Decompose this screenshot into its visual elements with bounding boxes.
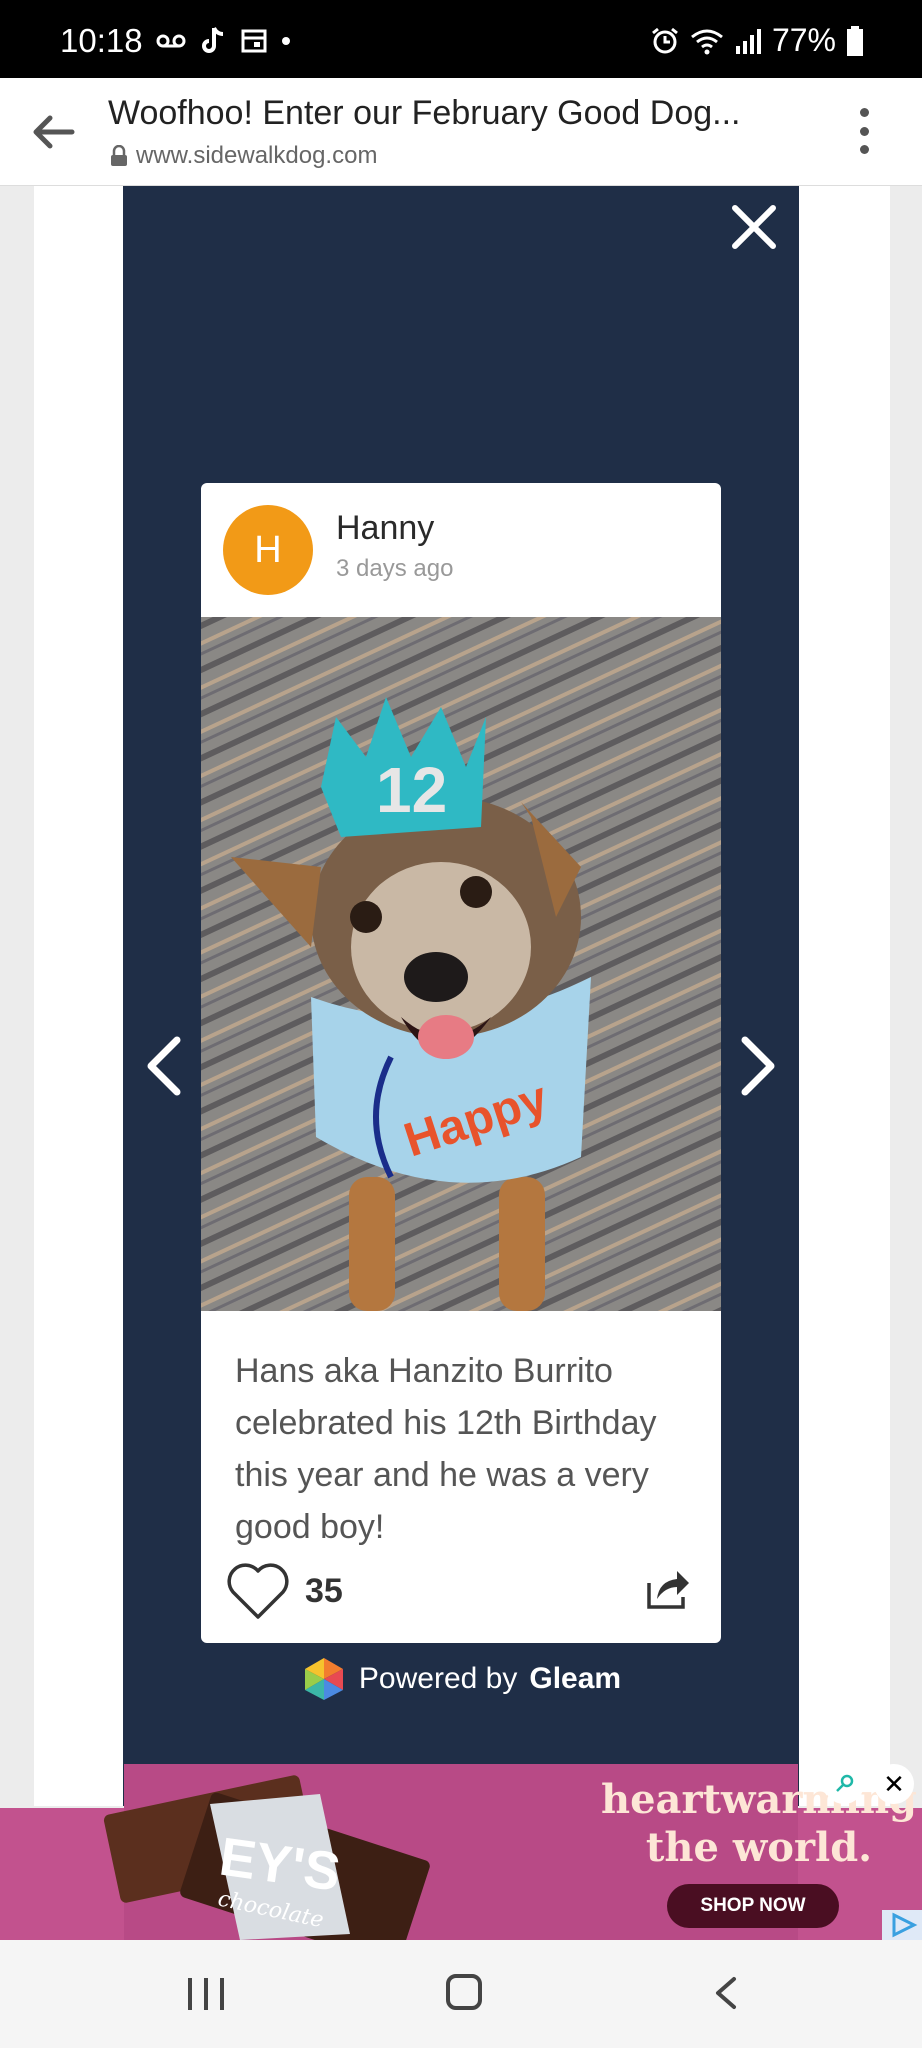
crown-number: 12 <box>376 754 447 826</box>
ad-close-button[interactable]: ✕ <box>874 1764 914 1804</box>
lightbox-modal: H Hanny 3 days ago 12 Happy Hans aka Han… <box>123 186 799 1806</box>
recent-apps-icon[interactable] <box>188 1978 224 2010</box>
post-author: Hanny <box>336 509 435 547</box>
shop-now-button[interactable]: SHOP NOW <box>667 1884 839 1928</box>
battery-percent: 77% <box>771 22 836 58</box>
signal-icon <box>735 28 761 54</box>
url-text: www.sidewalkdog.com <box>136 142 378 169</box>
close-icon[interactable] <box>729 202 779 252</box>
more-notifications-dot <box>282 37 290 45</box>
back-arrow-icon[interactable] <box>32 114 76 150</box>
avatar: H <box>223 505 313 595</box>
powered-by[interactable]: Powered by Gleam <box>123 1656 799 1702</box>
post-time: 3 days ago <box>336 555 454 582</box>
voicemail-icon <box>156 34 186 48</box>
ad-info-icon[interactable] <box>824 1764 864 1804</box>
post-caption: Hans aka Hanzito Burrito celebrated his … <box>235 1352 657 1546</box>
nav-back-icon[interactable] <box>710 1976 740 2010</box>
like-button[interactable]: 35 <box>225 1561 343 1621</box>
share-icon[interactable] <box>645 1565 691 1611</box>
chevron-left-icon[interactable] <box>141 1034 187 1098</box>
ad-headline: heartwarming the world. <box>601 1776 917 1871</box>
powered-by-brand: Gleam <box>529 1662 622 1695</box>
battery-icon <box>847 25 863 56</box>
tiktok-icon <box>202 27 224 53</box>
ad-banner[interactable]: heartwarming the world. SHOP NOW EY'S ch… <box>0 1764 922 1940</box>
status-bar: 10:18 77% <box>0 0 922 78</box>
heart-icon[interactable] <box>225 1561 291 1621</box>
dog-photo[interactable]: 12 Happy <box>201 617 721 1311</box>
status-time: 10:18 <box>60 22 143 59</box>
system-icons: 77% <box>650 22 864 59</box>
alarm-icon <box>652 27 678 53</box>
chevron-right-icon[interactable] <box>735 1034 781 1098</box>
dog-photo-illustration: 12 Happy <box>201 617 721 1311</box>
ad-choices-icon[interactable] <box>882 1910 922 1940</box>
powered-by-prefix: Powered by <box>358 1662 518 1695</box>
calendar-icon <box>241 29 267 53</box>
like-count: 35 <box>305 1571 343 1610</box>
lock-icon <box>111 145 127 166</box>
post-card: H Hanny 3 days ago 12 Happy Hans aka Han… <box>201 483 721 1643</box>
url-row[interactable]: www.sidewalkdog.com <box>110 142 377 170</box>
system-nav-bar <box>0 1940 922 2048</box>
notification-icons <box>156 26 290 56</box>
overflow-menu-icon[interactable] <box>854 108 874 154</box>
home-icon[interactable] <box>446 1974 482 2010</box>
browser-toolbar: Woofhoo! Enter our February Good Dog... … <box>0 78 922 186</box>
wifi-icon <box>691 29 723 54</box>
page-title: Woofhoo! Enter our February Good Dog... <box>108 94 741 132</box>
chocolate-bar-illustration: EY'S chocolate <box>103 1775 430 1940</box>
gleam-logo-icon <box>304 1658 343 1700</box>
